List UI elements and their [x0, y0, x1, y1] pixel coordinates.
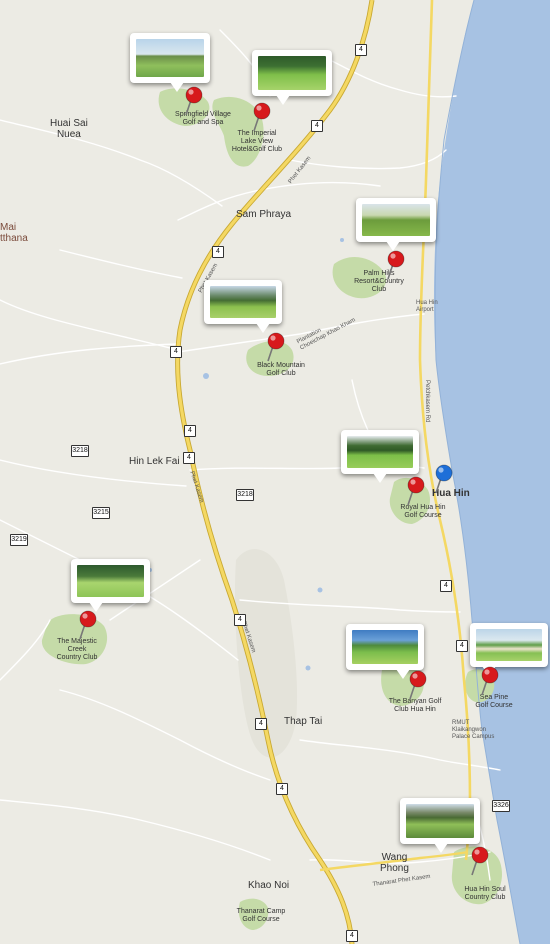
highway-shield: 3326 — [492, 800, 510, 812]
highway-shield: 3215 — [92, 507, 110, 519]
golf-course-label: The Imperial Lake View Hotel&Golf Club — [231, 130, 283, 153]
highway-shield: 4 — [183, 452, 195, 464]
course-photo — [476, 629, 542, 661]
highway-shield: 3219 — [10, 534, 28, 546]
place-label: Sam Phraya — [236, 209, 292, 220]
highway-shield: 4 — [170, 346, 182, 358]
place-label: Thap Tai — [284, 716, 323, 727]
course-photo — [347, 436, 413, 468]
golf-pin-imperial[interactable] — [250, 102, 272, 132]
golf-pin-majestic-creek[interactable] — [76, 610, 98, 640]
course-photo — [77, 565, 144, 597]
golf-pin-palm-hills[interactable] — [384, 250, 406, 280]
highway-shield: 4 — [212, 246, 224, 258]
highway-shield: 3218 — [71, 445, 89, 457]
golf-course-label: Hua Hin Soul Country Club — [464, 886, 506, 901]
place-label: Hin Lek Fai — [129, 456, 180, 467]
golf-course-label: The Banyan Golf Club Hua Hin — [388, 698, 442, 713]
course-photo — [258, 56, 326, 90]
course-thumbnail-springfield[interactable] — [130, 33, 210, 92]
highway-shield: 4 — [355, 44, 367, 56]
course-thumbnail-palm-hills[interactable] — [356, 198, 436, 251]
golf-pin-royal-hua-hin[interactable] — [404, 476, 426, 506]
small-label: RMUT Klaikangwon Palace Campus — [452, 720, 495, 740]
current-location-pin[interactable] — [432, 464, 454, 494]
road-label: Petchkasem Rd — [424, 380, 430, 423]
golf-course-label: Royal Hua Hin Golf Course — [400, 504, 446, 519]
course-thumbnail-majestic-creek[interactable] — [71, 559, 150, 612]
course-thumbnail-banyan[interactable] — [346, 624, 424, 679]
course-thumbnail-sea-pine[interactable] — [470, 623, 548, 676]
place-label: Mai tthana — [0, 222, 28, 244]
place-label: Huai Sai Nuea — [50, 118, 88, 140]
course-thumbnail-royal-hua-hin[interactable] — [341, 430, 419, 483]
golf-course-label: The Majestic Creek Country Club — [56, 638, 98, 661]
course-thumbnail-hua-hin-soul[interactable] — [400, 798, 480, 853]
golf-course-label: Sea Pine Golf Course — [475, 694, 513, 709]
course-photo — [136, 39, 204, 77]
golf-pin-hua-hin-soul[interactable] — [468, 846, 490, 876]
course-thumbnail-black-mountain[interactable] — [204, 280, 282, 333]
golf-pin-springfield[interactable] — [182, 86, 204, 116]
golf-pin-black-mountain[interactable] — [264, 332, 286, 362]
highway-shield: 4 — [184, 425, 196, 437]
course-photo — [362, 204, 430, 236]
place-label: Wang Phong — [380, 852, 409, 874]
map-canvas[interactable]: Huai Sai Nuea Mai tthana Sam Phraya Hin … — [0, 0, 550, 944]
highway-shield: 4 — [255, 718, 267, 730]
highway-shield: 4 — [276, 783, 288, 795]
golf-pin-banyan[interactable] — [406, 670, 428, 700]
course-thumbnail-imperial[interactable] — [252, 50, 332, 105]
highway-shield: 4 — [440, 580, 452, 592]
place-label: Khao Noi — [248, 880, 290, 891]
small-label: Hua Hin Airport — [416, 300, 438, 313]
highway-shield: 4 — [456, 640, 468, 652]
golf-course-label: Black Mountain Golf Club — [257, 362, 305, 377]
course-photo — [406, 804, 474, 838]
golf-course-label: Thanarat Camp Golf Course — [236, 908, 286, 923]
course-photo — [352, 630, 418, 664]
highway-shield: 3218 — [236, 489, 254, 501]
golf-pin-sea-pine[interactable] — [478, 666, 500, 696]
course-photo — [210, 286, 276, 318]
highway-shield: 4 — [346, 930, 358, 942]
highway-shield: 4 — [234, 614, 246, 626]
highway-shield: 4 — [311, 120, 323, 132]
